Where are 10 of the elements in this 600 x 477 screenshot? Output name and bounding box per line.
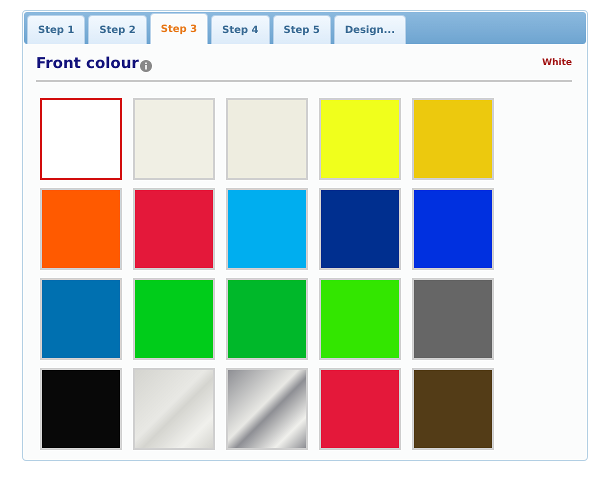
tab[interactable]: Step 5 <box>272 15 331 44</box>
tab[interactable]: Step 3 <box>150 13 208 44</box>
selected-colour-name: White <box>542 58 572 68</box>
info-icon[interactable] <box>140 60 152 72</box>
section-title: Front colour <box>36 54 139 72</box>
colour-swatch[interactable] <box>40 98 122 180</box>
tab[interactable]: Design... <box>334 15 406 44</box>
tab[interactable]: Step 1 <box>27 15 86 44</box>
tab[interactable]: Step 4 <box>211 15 270 44</box>
tab[interactable]: Step 2 <box>88 15 147 44</box>
